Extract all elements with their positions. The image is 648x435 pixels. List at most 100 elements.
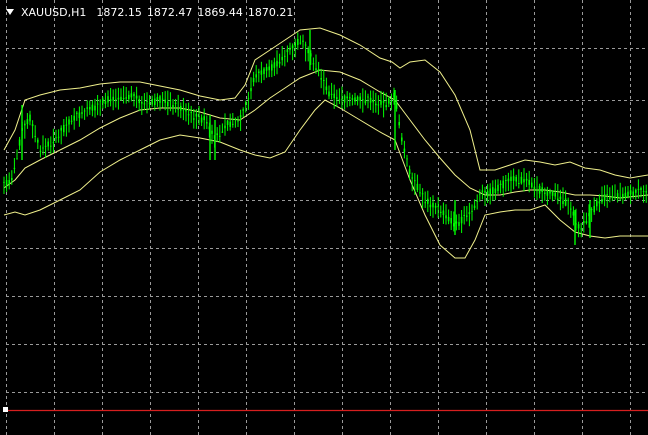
price-bar-body xyxy=(502,180,504,189)
price-bar-body xyxy=(507,178,510,182)
price-bar-body xyxy=(18,139,21,146)
lower-band xyxy=(3,99,648,259)
price-bar-body xyxy=(89,107,91,110)
price-bar-body xyxy=(68,119,70,125)
price-bar-body xyxy=(434,205,437,208)
price-bar-body xyxy=(349,97,351,99)
price-bar-body xyxy=(122,98,125,99)
price-bar-body xyxy=(102,98,104,104)
price-bar-body xyxy=(187,114,190,116)
price-bar-body xyxy=(239,115,242,118)
price-bar-body xyxy=(247,98,250,100)
price-bar-body xyxy=(637,188,640,190)
price-bar-body xyxy=(427,198,429,204)
price-bar-body xyxy=(291,45,294,49)
price-bar-body xyxy=(91,104,94,111)
bollinger-bands xyxy=(3,27,648,259)
price-bar-body xyxy=(83,110,86,112)
price-bar-body xyxy=(356,96,359,101)
price-bar-body xyxy=(52,142,55,144)
price-bar-body xyxy=(307,49,309,54)
price-bar-body xyxy=(523,179,525,183)
price-bar-body xyxy=(224,125,226,129)
price-bar-body xyxy=(398,122,400,126)
price-bar-body xyxy=(11,178,13,181)
price-bar-body xyxy=(609,197,611,199)
price-bar-body xyxy=(538,185,541,194)
price-bar-body xyxy=(622,193,624,198)
price-bar-body xyxy=(411,177,413,179)
dropdown-triangle-icon[interactable] xyxy=(6,9,14,15)
price-bar-body xyxy=(268,66,270,71)
price-chart[interactable]: XAUUSD,H1 1872.15 1872.47 1869.44 1870.2… xyxy=(0,0,648,435)
price-bar-body xyxy=(450,218,452,224)
price-bar-body xyxy=(289,47,291,51)
price-bar-body xyxy=(120,96,122,101)
price-bar-body xyxy=(193,118,195,120)
price-bar-body xyxy=(34,135,36,137)
price-bar-body xyxy=(117,97,120,100)
price-bar-body xyxy=(567,199,569,201)
price-bar-body xyxy=(533,186,536,190)
price-bar-body xyxy=(343,95,346,103)
price-bar-body xyxy=(143,103,146,105)
price-bar-body xyxy=(341,98,343,100)
price-bar-body xyxy=(31,124,34,127)
price-bar-body xyxy=(104,101,107,104)
chart-canvas[interactable] xyxy=(0,0,648,435)
price-bar-body xyxy=(583,221,585,224)
high-price: 1872.47 xyxy=(146,5,193,19)
price-bar-body xyxy=(494,188,497,193)
price-bar-body xyxy=(252,78,255,83)
price-bar-body xyxy=(115,99,117,101)
price-bar-body xyxy=(611,196,614,198)
price-bar-body xyxy=(549,190,551,194)
price-bar-body xyxy=(99,100,101,102)
price-bar-body xyxy=(265,67,268,71)
price-bar-body xyxy=(3,181,5,183)
price-bar-body xyxy=(629,190,632,195)
price-bar-body xyxy=(362,99,364,101)
price-bar-body xyxy=(198,115,200,117)
price-bar-body xyxy=(260,70,263,75)
price-bar-body xyxy=(536,190,538,192)
price-bar-body xyxy=(580,228,582,230)
price-bar-body xyxy=(559,196,562,200)
price-bar-body xyxy=(57,136,60,138)
price-bar-body xyxy=(94,105,96,111)
price-bar-body xyxy=(76,112,78,114)
price-bar-body xyxy=(518,183,520,184)
price-bar-body xyxy=(354,97,356,102)
price-bar-body xyxy=(442,210,445,215)
price-bar-body xyxy=(460,216,463,224)
price-bar-body xyxy=(55,137,57,139)
price-bar-body xyxy=(255,74,257,78)
price-line-handle[interactable] xyxy=(3,407,8,412)
price-bar-body xyxy=(531,182,533,188)
price-bar-body xyxy=(107,96,109,103)
price-bar-body xyxy=(336,97,338,100)
price-bar-body xyxy=(505,180,507,181)
price-bar-body xyxy=(180,105,182,111)
price-bar-body xyxy=(156,97,159,100)
price-bar-body xyxy=(585,221,588,223)
price-bar-body xyxy=(390,101,393,102)
price-bar-body xyxy=(109,99,112,102)
price-bar-body xyxy=(577,224,580,229)
price-bar-body xyxy=(616,193,619,198)
price-bar-body xyxy=(564,198,567,206)
price-bar-body xyxy=(323,80,325,81)
price-bar-body xyxy=(414,180,416,182)
price-bar-body xyxy=(515,176,517,182)
price-bar-body xyxy=(421,193,424,195)
price-bar-body xyxy=(642,191,645,193)
price-bar-body xyxy=(440,211,442,213)
price-bar-body xyxy=(554,192,556,197)
price-bar-body xyxy=(148,102,151,104)
price-bar-body xyxy=(606,194,608,196)
price-bar-body xyxy=(481,190,484,192)
price-bar-body xyxy=(258,71,260,74)
price-bar-body xyxy=(203,116,205,121)
price-bar-body xyxy=(645,191,647,193)
price-bar-body xyxy=(284,55,286,57)
